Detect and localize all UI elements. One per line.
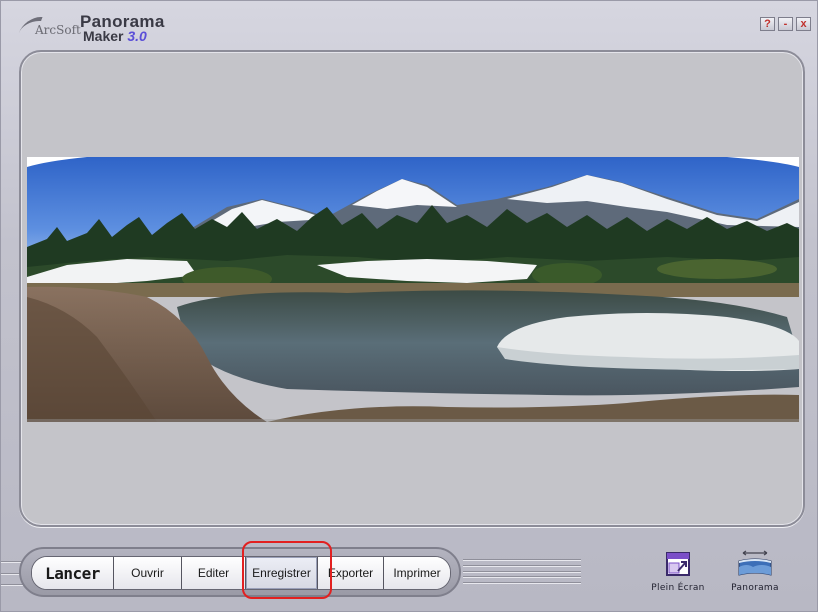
help-button[interactable]: ? [760, 17, 775, 31]
preview-area [19, 50, 805, 527]
toolbar-buttons: Lancer Ouvrir Editer Enregistrer Exporte… [31, 556, 451, 590]
minimize-icon: - [783, 18, 788, 30]
minimize-button[interactable]: - [778, 17, 793, 31]
fullscreen-tool[interactable]: Plein Écran [633, 549, 723, 593]
panorama-icon [738, 550, 772, 576]
save-highlight-annotation [242, 541, 332, 599]
app-window: ArcSoft Panorama Maker 3.0 ? - x Lancer … [0, 0, 818, 612]
editer-button[interactable]: Editer [182, 557, 246, 589]
panorama-label: Panorama [731, 583, 779, 593]
panorama-view-tool[interactable]: Panorama [715, 549, 795, 593]
fullscreen-icon [666, 552, 690, 576]
panorama-image [27, 157, 799, 422]
logo-maker-text: Maker [83, 28, 124, 44]
fullscreen-label: Plein Écran [651, 583, 705, 593]
window-controls: ? - x [760, 17, 811, 31]
toolbar-decoration-right [463, 559, 581, 583]
logo-product-line2: Maker 3.0 [83, 28, 147, 44]
logo-brand: ArcSoft [35, 23, 81, 37]
main-toolbar: Lancer Ouvrir Editer Enregistrer Exporte… [19, 547, 461, 597]
help-icon: ? [764, 18, 771, 30]
close-icon: x [800, 18, 807, 30]
logo-version: 3.0 [127, 28, 147, 44]
close-button[interactable]: x [796, 17, 811, 31]
imprimer-button[interactable]: Imprimer [384, 557, 450, 589]
lancer-button[interactable]: Lancer [32, 557, 114, 589]
ouvrir-button[interactable]: Ouvrir [114, 557, 182, 589]
